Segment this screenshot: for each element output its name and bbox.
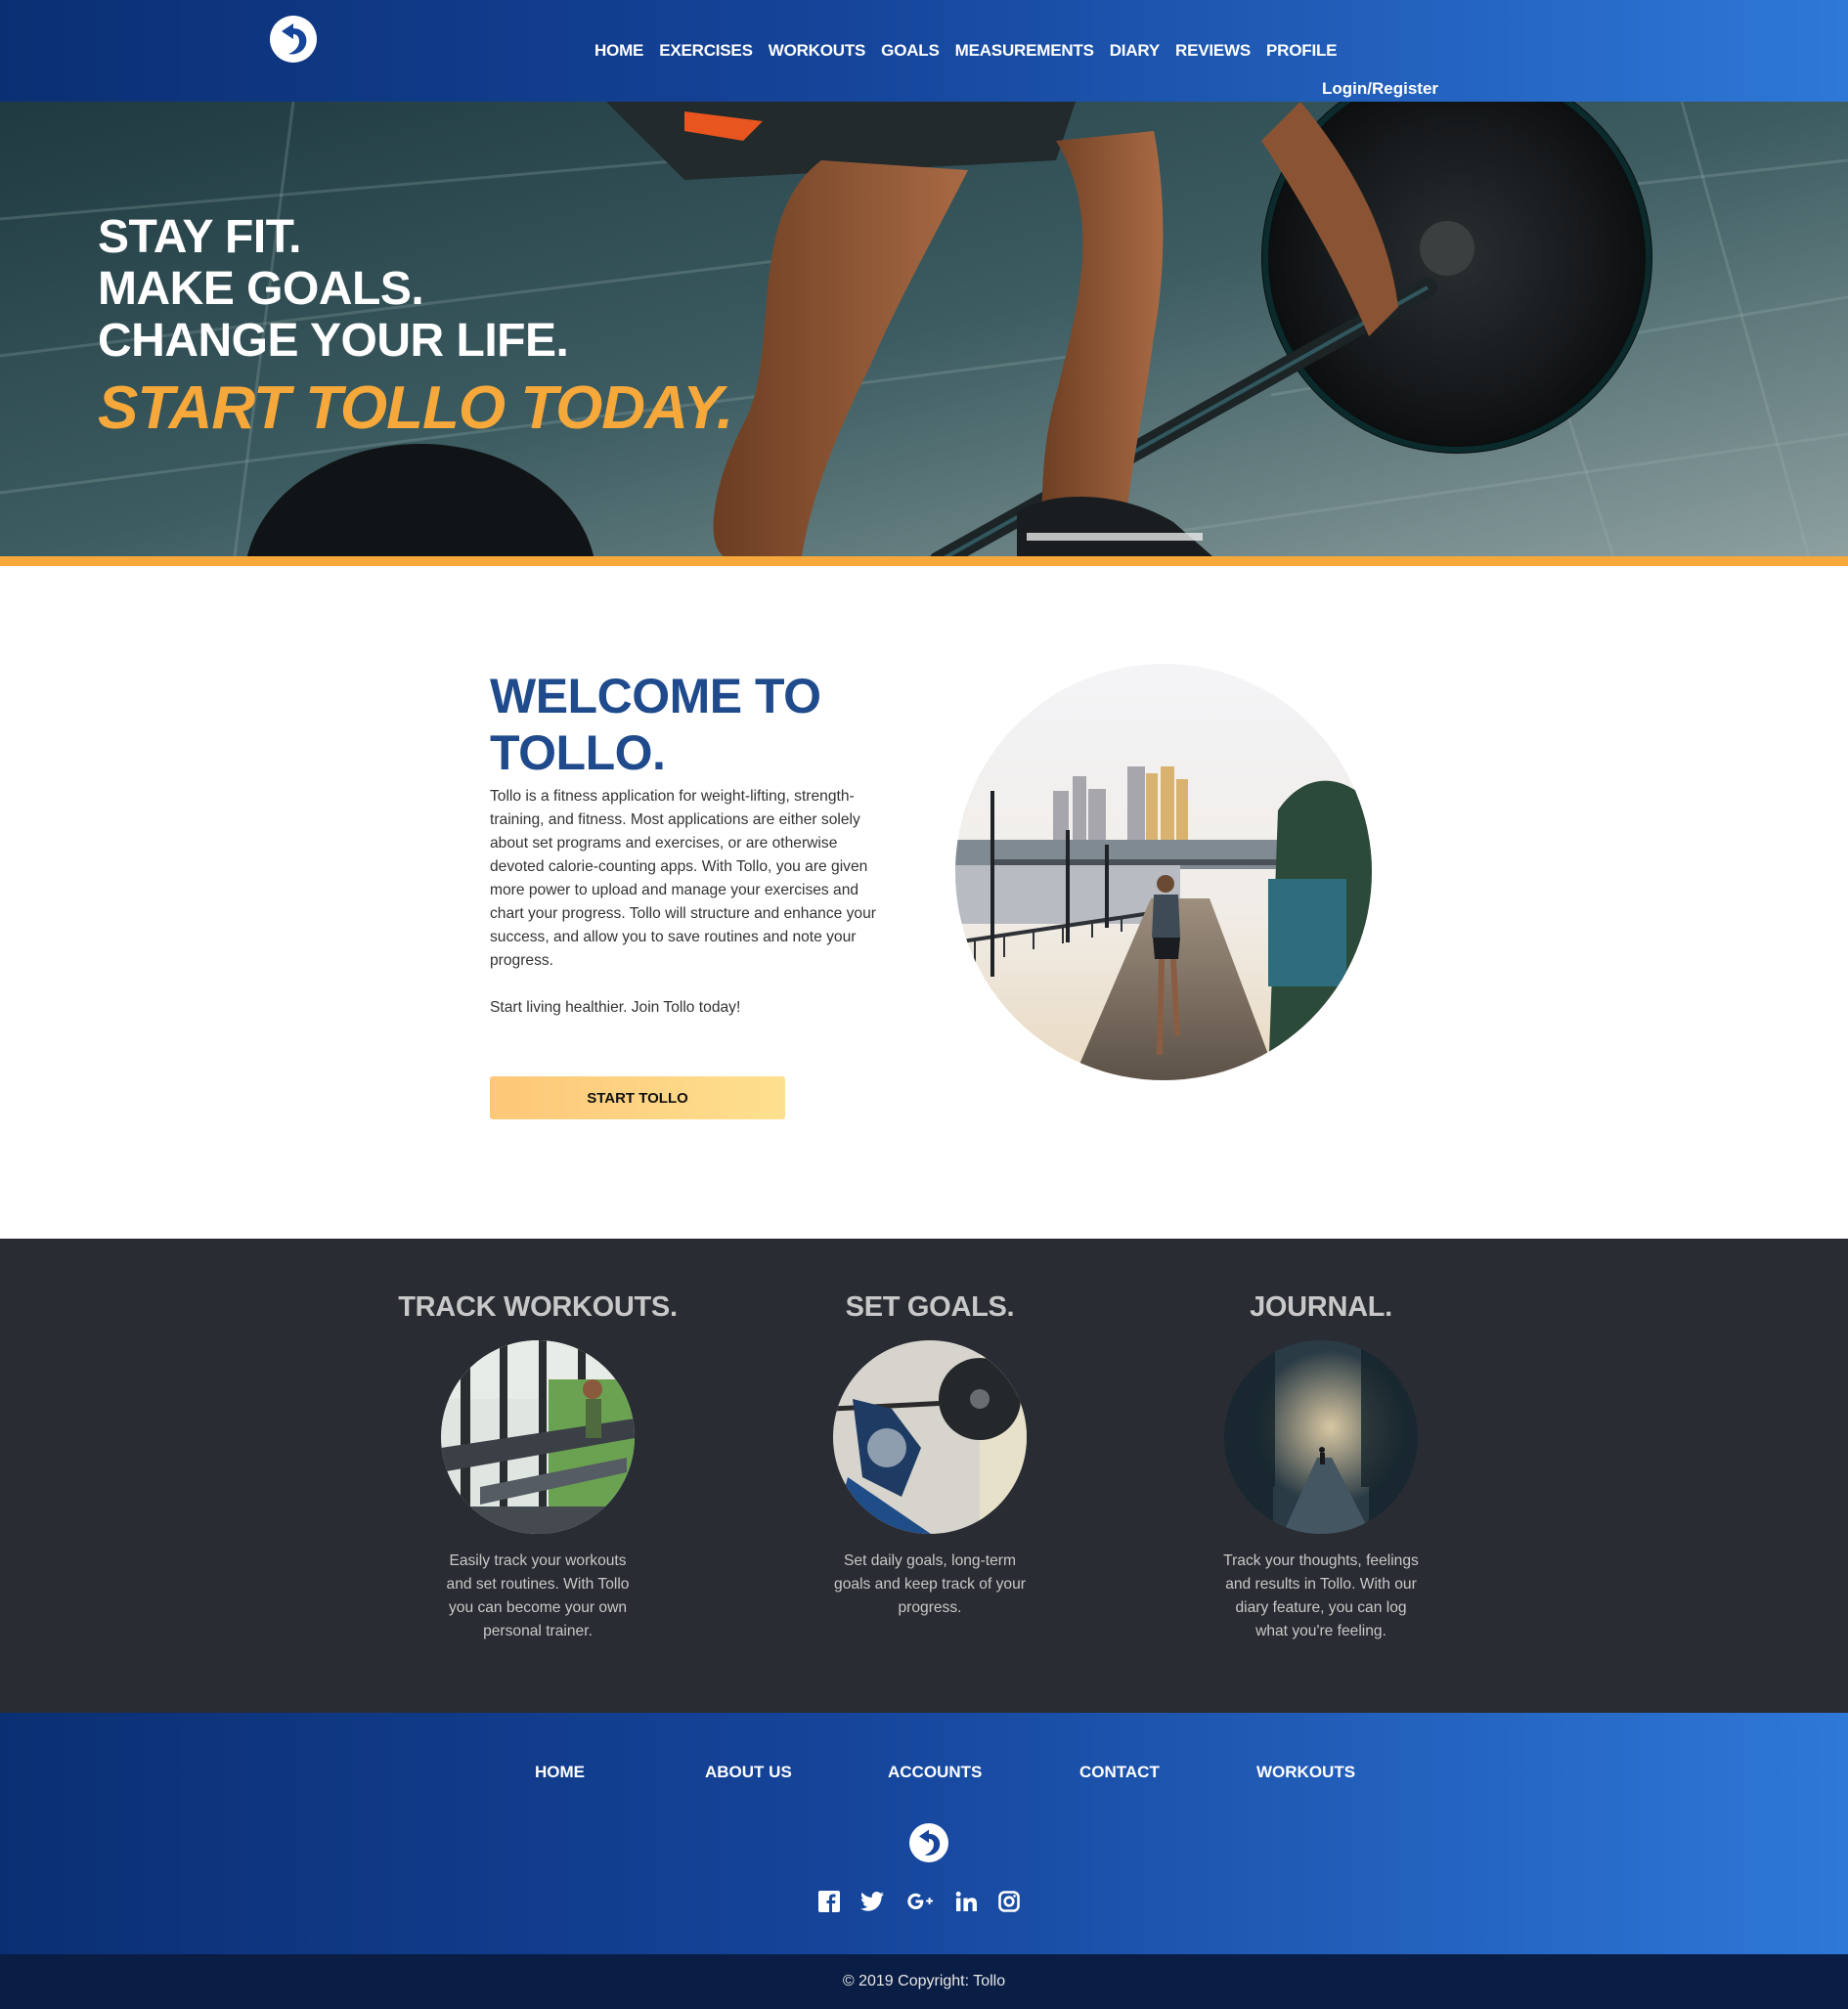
feature-description: Track your thoughts, feelings and result…	[1223, 1552, 1419, 1639]
hero-banner: STAY FIT. MAKE GOALS. CHANGE YOUR LIFE. …	[0, 102, 1848, 556]
google-plus-icon[interactable]	[906, 1889, 936, 1914]
nav-profile[interactable]: PROFILE	[1266, 39, 1337, 63]
features-section: TRACK WORKOUTS. Easily track your workou…	[0, 1239, 1848, 1713]
welcome-description: Tollo is a fitness application for weigh…	[490, 788, 876, 969]
hero-call-to-action: START TOLLO TODAY.	[98, 374, 733, 442]
treadmill-gym-image	[441, 1340, 635, 1534]
footer-link-about-us[interactable]: ABOUT US	[705, 1762, 792, 1783]
feature-title: SET GOALS.	[845, 1291, 1015, 1323]
tollo-logo-icon[interactable]	[264, 10, 323, 68]
nav-goals[interactable]: GOALS	[881, 39, 940, 63]
twitter-icon[interactable]	[859, 1889, 885, 1914]
hero-line-1: STAY FIT.	[98, 211, 302, 263]
welcome-text: Tollo is a fitness application for weigh…	[490, 785, 891, 1020]
footer-link-contact[interactable]: CONTACT	[1079, 1762, 1160, 1783]
site-header: HOME EXERCISES WORKOUTS GOALS MEASUREMEN…	[0, 0, 1848, 102]
tollo-footer-logo-icon[interactable]	[904, 1818, 953, 1867]
welcome-tagline: Start living healthier. Join Tollo today…	[490, 999, 741, 1016]
feature-journal: JOURNAL. Track your thoughts, feelings a…	[1155, 1239, 1487, 1643]
nav-diary[interactable]: DIARY	[1110, 39, 1160, 63]
copyright-bar: © 2019 Copyright: Tollo	[0, 1954, 1848, 2009]
footer-link-workouts[interactable]: WORKOUTS	[1256, 1762, 1355, 1783]
instagram-icon[interactable]	[996, 1889, 1022, 1914]
barbell-lift-image	[833, 1340, 1027, 1534]
nav-exercises[interactable]: EXERCISES	[659, 39, 753, 63]
feature-title: JOURNAL.	[1250, 1291, 1392, 1323]
footer-link-home[interactable]: HOME	[535, 1762, 585, 1783]
runner-city-image	[955, 664, 1372, 1080]
facebook-icon[interactable]	[816, 1889, 842, 1914]
welcome-title: WELCOME TO TOLLO.	[490, 669, 821, 780]
nav-reviews[interactable]: REVIEWS	[1175, 39, 1251, 63]
nav-workouts[interactable]: WORKOUTS	[769, 39, 866, 63]
login-register-link[interactable]: Login/Register	[1322, 78, 1438, 100]
nav-measurements[interactable]: MEASUREMENTS	[955, 39, 1094, 63]
hero-text: STAY FIT. MAKE GOALS. CHANGE YOUR LIFE. …	[98, 211, 733, 443]
linkedin-icon[interactable]	[953, 1889, 979, 1914]
feature-set-goals: SET GOALS. Set daily goals, long-term go…	[764, 1239, 1096, 1620]
site-footer: HOME ABOUT US ACCOUNTS CONTACT WORKOUTS	[0, 1713, 1848, 1954]
feature-description: Set daily goals, long-term goals and kee…	[834, 1552, 1026, 1616]
hero-accent-stripe	[0, 556, 1848, 566]
start-tollo-button[interactable]: START TOLLO	[490, 1076, 785, 1119]
feature-title: TRACK WORKOUTS.	[398, 1291, 678, 1323]
forest-road-runner-image	[1224, 1340, 1418, 1534]
welcome-section: WELCOME TO TOLLO. Tollo is a fitness app…	[0, 566, 1848, 1239]
hero-line-2: MAKE GOALS.	[98, 263, 424, 315]
main-nav: HOME EXERCISES WORKOUTS GOALS MEASUREMEN…	[594, 39, 1352, 63]
feature-description: Easily track your workouts and set routi…	[446, 1552, 630, 1639]
nav-home[interactable]: HOME	[594, 39, 643, 63]
feature-track-workouts: TRACK WORKOUTS. Easily track your workou…	[372, 1239, 704, 1643]
hero-line-3: CHANGE YOUR LIFE.	[98, 315, 569, 367]
footer-link-accounts[interactable]: ACCOUNTS	[888, 1762, 982, 1783]
